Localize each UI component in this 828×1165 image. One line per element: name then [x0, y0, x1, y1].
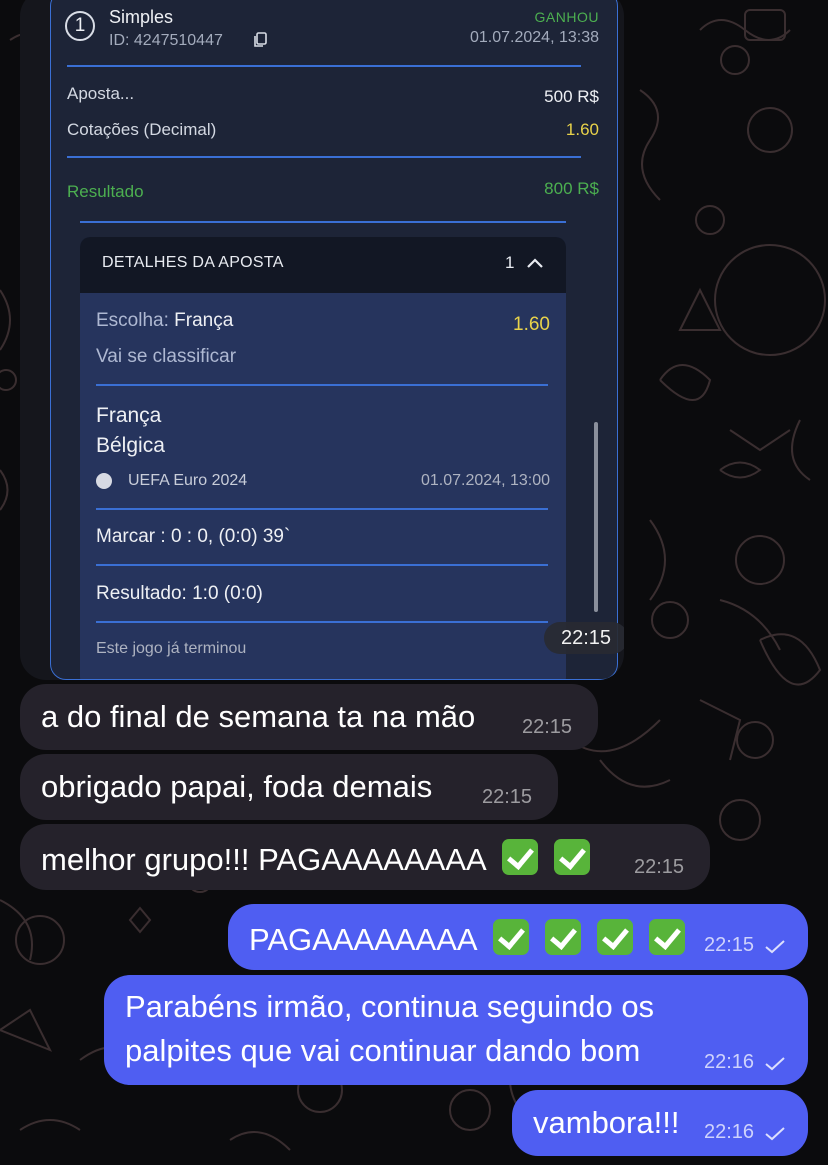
message-time: 22:15: [634, 856, 685, 878]
bet-details-count: 1: [505, 253, 515, 272]
check-mark-button-icon: [648, 919, 685, 955]
bet-card: 1 Simples ID: 4247510447 GANHOU 01.07.20…: [50, 0, 618, 680]
incoming-message[interactable]: melhor grupo!!! PAGAAAAAAAA 22:15: [20, 824, 710, 890]
divider: [96, 508, 548, 510]
incoming-message[interactable]: obrigado papai, foda demais 22:15: [20, 754, 558, 820]
message-time: 22:15: [482, 786, 533, 808]
choice-value: França: [174, 310, 234, 331]
result-value: 800 R$: [544, 179, 599, 198]
message-text: a do final de semana ta na mão: [41, 699, 476, 734]
divider: [67, 156, 581, 158]
globe-icon: [96, 473, 112, 489]
odds-label: Cotações (Decimal): [67, 120, 217, 139]
message-time: 22:15: [544, 622, 624, 654]
status-badge: GANHOU: [534, 9, 599, 25]
divider: [96, 564, 548, 566]
market-name: Vai se classificar: [96, 346, 237, 367]
competition-name: UEFA Euro 2024: [128, 472, 248, 489]
bet-screenshot-message[interactable]: 1 Simples ID: 4247510447 GANHOU 01.07.20…: [20, 0, 624, 680]
divider: [96, 621, 548, 623]
message-text-content: melhor grupo!!! PAGAAAAAAAA: [41, 842, 485, 877]
message-time: 22:15: [522, 716, 573, 738]
match-finished-note: Este jogo já terminou: [96, 640, 247, 657]
match-datetime: 01.07.2024, 13:00: [420, 472, 550, 489]
message-time: 22:15: [704, 934, 755, 956]
message-text: PAGAAAAAAAA: [249, 919, 701, 958]
bet-id: ID: 4247510447: [109, 32, 223, 49]
bet-details-panel: DETALHES DA APOSTA 1 Escolha: França 1.6…: [80, 237, 566, 679]
result-line: Resultado: 1:0 (0:0): [96, 583, 263, 604]
sent-check-icon: [765, 1127, 785, 1141]
outgoing-message[interactable]: PAGAAAAAAAA 22:15: [228, 904, 808, 970]
sent-check-icon: [765, 1057, 785, 1071]
team-home: França: [96, 404, 162, 427]
copy-icon[interactable]: [253, 32, 267, 48]
divider: [80, 221, 566, 223]
bet-number-badge: 1: [65, 11, 95, 41]
check-mark-button-icon: [553, 839, 590, 875]
bet-datetime: 01.07.2024, 13:38: [469, 29, 599, 46]
message-time: 22:16: [704, 1121, 755, 1143]
message-line-2: palpites que vai continuar dando bom: [125, 1033, 641, 1068]
scrollbar[interactable]: [594, 422, 598, 612]
stake-label: Aposta...: [67, 84, 135, 103]
chevron-up-icon[interactable]: [526, 257, 544, 269]
check-mark-button-icon: [492, 919, 529, 955]
bet-details-header[interactable]: DETALHES DA APOSTA 1: [80, 237, 566, 293]
divider: [96, 384, 548, 386]
bet-type: Simples: [109, 7, 174, 27]
bet-details-title: DETALHES DA APOSTA: [102, 254, 284, 271]
team-away: Bélgica: [96, 434, 165, 457]
check-mark-button-icon: [501, 839, 538, 875]
score-line: Marcar : 0 : 0, (0:0) 39`: [96, 526, 291, 547]
message-text: vambora!!!: [533, 1105, 680, 1140]
sent-check-icon: [765, 940, 785, 954]
message-line-1: Parabéns irmão, continua seguindo os: [125, 989, 655, 1024]
outgoing-message[interactable]: vambora!!! 22:16: [512, 1090, 808, 1156]
check-mark-button-icon: [596, 919, 633, 955]
choice-label: Escolha: França: [96, 310, 233, 332]
message-time: 22:16: [704, 1051, 755, 1073]
message-text: obrigado papai, foda demais: [41, 769, 433, 804]
message-text: melhor grupo!!! PAGAAAAAAAA: [41, 839, 606, 878]
incoming-message[interactable]: a do final de semana ta na mão 22:15: [20, 684, 598, 750]
choice-odds: 1.60: [513, 314, 550, 335]
message-text-content: PAGAAAAAAAA: [249, 922, 476, 957]
odds-value: 1.60: [565, 120, 599, 139]
choice-label-text: Escolha:: [96, 310, 169, 331]
divider: [67, 65, 581, 67]
stake-value: 500 R$: [544, 87, 599, 106]
check-mark-button-icon: [544, 919, 581, 955]
result-label: Resultado: [67, 182, 144, 201]
outgoing-message[interactable]: Parabéns irmão, continua seguindo os pal…: [104, 975, 808, 1085]
